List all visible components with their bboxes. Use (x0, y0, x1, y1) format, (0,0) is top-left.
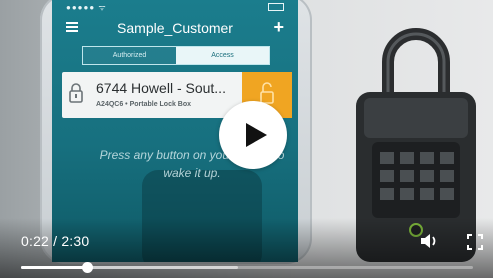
signal-dots: ●●●●● ᯤ (66, 3, 107, 12)
lock-subtitle: A24QC6 • Portable Lock Box (96, 101, 192, 108)
padlock-icon (69, 83, 83, 103)
play-icon (246, 123, 267, 147)
phone-status-bar: ●●●●● ᯤ (60, 2, 290, 12)
time-display: 0:22 / 2:30 (21, 233, 90, 249)
video-player[interactable]: ●●●●● ᯤ Sample_Customer + Authorized Acc… (0, 0, 493, 278)
plus-icon: + (273, 17, 284, 37)
app-bar: Sample_Customer + (52, 14, 298, 42)
volume-icon[interactable] (420, 232, 440, 250)
play-button[interactable] (219, 101, 287, 169)
played-bar (21, 266, 88, 269)
app-title: Sample_Customer (117, 20, 233, 36)
lock-name: 6744 Howell - Sout... (96, 80, 226, 96)
fullscreen-icon[interactable] (467, 234, 483, 250)
segmented-control: Authorized Access (82, 46, 270, 65)
tab-authorized: Authorized (83, 47, 176, 64)
battery-icon (268, 3, 284, 11)
tab-access: Access (176, 47, 269, 64)
progress-bar[interactable] (21, 262, 473, 273)
